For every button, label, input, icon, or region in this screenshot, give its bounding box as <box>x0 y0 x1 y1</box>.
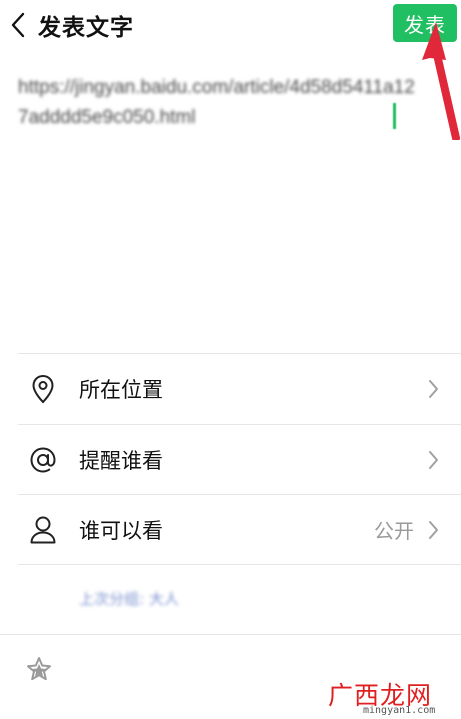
mention-row[interactable]: 提醒谁看 <box>0 426 461 494</box>
back-button[interactable] <box>4 10 32 40</box>
mention-label: 提醒谁看 <box>79 449 163 473</box>
visibility-label: 谁可以看 <box>79 519 163 543</box>
visibility-row[interactable]: 谁可以看 公开 <box>0 496 461 564</box>
divider <box>18 424 461 425</box>
post-text-input[interactable]: https://jingyan.baidu.com/article/4d58d5… <box>18 73 418 153</box>
favorite-button[interactable] <box>24 654 54 684</box>
location-pin-icon <box>28 373 58 405</box>
group-note[interactable]: 上次分组: 大人 <box>79 588 179 609</box>
chevron-left-icon <box>11 12 25 38</box>
chevron-right-icon <box>429 521 438 539</box>
chevron-right-icon <box>429 380 438 398</box>
at-sign-icon <box>28 444 58 476</box>
text-cursor <box>393 103 396 129</box>
divider <box>0 634 461 635</box>
watermark-url: mingyan1.com <box>363 705 436 716</box>
visibility-value: 公开 <box>374 519 414 543</box>
person-icon <box>28 514 58 546</box>
compose-screen: 发表文字 发表 https://jingyan.baidu.com/articl… <box>0 0 461 719</box>
divider <box>18 494 461 495</box>
page-title: 发表文字 <box>38 15 134 41</box>
chevron-right-icon <box>429 451 438 469</box>
header-bar: 发表文字 发表 <box>0 0 461 50</box>
location-row[interactable]: 所在位置 <box>0 355 461 423</box>
location-label: 所在位置 <box>79 378 163 402</box>
divider <box>18 564 461 565</box>
publish-button[interactable]: 发表 <box>393 4 457 42</box>
star-icon <box>27 657 51 681</box>
divider <box>18 353 461 354</box>
